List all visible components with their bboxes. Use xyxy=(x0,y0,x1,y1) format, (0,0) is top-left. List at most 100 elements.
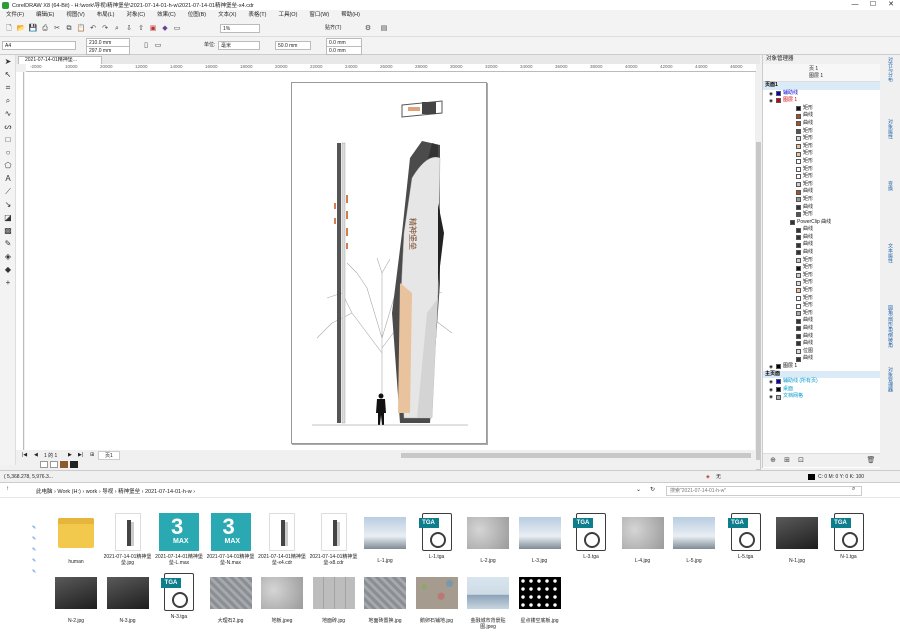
object-tree-item[interactable]: 曲线 xyxy=(763,120,880,128)
nudge-distance-input[interactable]: 50.0 mm xyxy=(275,41,311,50)
options-gear-icon[interactable]: ⚙ xyxy=(363,24,373,34)
file-item[interactable]: TGA N-1.tga xyxy=(825,513,873,560)
file-item[interactable]: L-4.jpg xyxy=(619,513,667,564)
file-item[interactable]: 2021-07-14-01精神堡垒-x8.cdr xyxy=(310,513,358,566)
cut-icon[interactable]: ✂ xyxy=(52,24,62,34)
object-tree-item[interactable]: 主页面 xyxy=(763,370,880,379)
object-tree-item[interactable]: 矩形 xyxy=(763,310,880,318)
object-tree-item[interactable]: 矩形 xyxy=(763,143,880,151)
object-tree-item[interactable]: 位图 xyxy=(763,348,880,356)
landscape-icon[interactable]: ▭ xyxy=(153,41,163,51)
page-height-input[interactable]: 297.0 mm xyxy=(86,46,130,55)
object-tree-item[interactable]: 矩形 xyxy=(763,196,880,204)
prev-page-icon[interactable]: ◀ xyxy=(34,452,38,458)
menu-item[interactable]: 文本(X) xyxy=(212,10,242,20)
crop-tool-icon[interactable]: ⌗ xyxy=(2,82,14,94)
object-tree-item[interactable]: 矩形 xyxy=(763,295,880,303)
menu-item[interactable]: 表格(T) xyxy=(242,10,272,20)
zoom-tool-icon[interactable]: ⌕ xyxy=(2,95,14,107)
object-tree-item[interactable]: ◉ 图层 1 xyxy=(763,363,880,371)
search-input[interactable]: 搜索"2021-07-14-01-h-w" xyxy=(666,486,862,496)
docker-tab[interactable]: 文本属性 xyxy=(886,243,894,303)
ellipse-tool-icon[interactable]: ○ xyxy=(2,147,14,159)
redo-icon[interactable]: ↷ xyxy=(100,24,110,34)
open-icon[interactable]: 📂 xyxy=(16,24,26,34)
palette-swatch-brown[interactable] xyxy=(60,461,68,468)
object-tree-item[interactable]: 矩形 xyxy=(763,166,880,174)
object-tree-item[interactable]: 矩形 xyxy=(763,181,880,189)
object-tree-item[interactable]: 矩形 xyxy=(763,128,880,136)
file-item[interactable]: L-1.jpg xyxy=(361,513,409,564)
page-tab[interactable]: 页1 xyxy=(98,451,120,460)
new-layer-icon[interactable]: ⊕ xyxy=(768,456,778,466)
print-icon[interactable]: ⎙ xyxy=(40,24,50,34)
object-tree-item[interactable]: 曲线 xyxy=(763,325,880,333)
object-tree-item[interactable]: 曲线 xyxy=(763,340,880,348)
visibility-icon[interactable]: ◉ xyxy=(769,363,773,371)
palette-swatch-white[interactable] xyxy=(50,461,58,468)
file-item[interactable]: human xyxy=(52,513,100,565)
visibility-icon[interactable]: ◉ xyxy=(769,97,773,105)
paste-icon[interactable]: 📋 xyxy=(76,24,86,34)
menu-item[interactable]: 窗口(W) xyxy=(303,10,335,20)
object-tree-item[interactable]: ◉ 文档网格 xyxy=(763,393,880,401)
object-tree-item[interactable]: 曲线 xyxy=(763,204,880,212)
add-page-icon[interactable]: ⊞ xyxy=(90,452,94,458)
docker-tab[interactable]: 对象管理器 xyxy=(886,367,894,427)
menu-item[interactable]: 布局(L) xyxy=(91,10,121,20)
file-item[interactable]: 地板.jpeg xyxy=(258,573,306,624)
launcher-icon[interactable]: ▤ xyxy=(379,24,389,34)
quick-access-pins[interactable]: ✎ ✎ ✎ ✎ ✎ xyxy=(32,523,36,578)
object-tree-item[interactable]: 矩形 xyxy=(763,150,880,158)
copy-icon[interactable]: ⧉ xyxy=(64,24,74,34)
object-tree-item[interactable]: 矩形 xyxy=(763,302,880,310)
menu-item[interactable]: 帮助(H) xyxy=(335,10,366,20)
file-item[interactable]: 地面砖置换.jpg xyxy=(361,573,409,624)
docker-tab[interactable]: 对象属性 xyxy=(886,119,894,179)
connector-tool-icon[interactable]: ↘ xyxy=(2,199,14,211)
object-tree-item[interactable]: ◉ 辅助线 xyxy=(763,90,880,98)
duplicate-y-input[interactable]: 0.0 mm xyxy=(326,46,362,55)
horizontal-scrollbar[interactable] xyxy=(401,453,751,458)
file-item[interactable]: 鹅卵石铺地.jpg xyxy=(413,573,461,624)
object-tree-item[interactable]: 矩形 xyxy=(763,211,880,219)
file-item[interactable]: TGA L-1.tga xyxy=(413,513,461,560)
file-item[interactable]: L-3.jpg xyxy=(516,513,564,564)
portrait-icon[interactable]: ▯ xyxy=(141,41,151,51)
units-select[interactable]: 毫米 xyxy=(218,41,260,50)
new-document-icon[interactable]: 🗋 xyxy=(4,24,14,34)
object-tree-item[interactable]: 曲线 xyxy=(763,112,880,120)
artistic-media-icon[interactable]: ᔕ xyxy=(2,121,14,133)
app-launcher-icon[interactable]: ◆ xyxy=(160,24,170,34)
object-tree-item[interactable]: 曲线 xyxy=(763,188,880,196)
object-tree-item[interactable]: 矩形 xyxy=(763,135,880,143)
object-tree-item[interactable]: 曲线 xyxy=(763,355,880,363)
canvas-vertical-scrollbar[interactable] xyxy=(755,72,762,492)
undo-icon[interactable]: ↶ xyxy=(88,24,98,34)
menu-item[interactable]: 对象(C) xyxy=(120,10,151,20)
object-tree-item[interactable]: 曲线 xyxy=(763,234,880,242)
object-tree-item[interactable]: 曲线 xyxy=(763,226,880,234)
file-item[interactable]: N-2.jpg xyxy=(52,573,100,624)
close-icon[interactable]: ✕ xyxy=(882,0,900,10)
object-tree-item[interactable]: 曲线 xyxy=(763,241,880,249)
visibility-icon[interactable]: ◉ xyxy=(769,393,773,401)
zoom-level-input[interactable]: 1% xyxy=(220,24,260,33)
publish-pdf-icon[interactable]: ▣ xyxy=(148,24,158,34)
docker-tab[interactable]: 圆角/扇形角/倒棱角 xyxy=(886,305,894,365)
object-tree-item[interactable]: 矩形 xyxy=(763,257,880,265)
transparency-tool-icon[interactable]: ▩ xyxy=(2,225,14,237)
file-item[interactable]: TGA L-3.tga xyxy=(567,513,615,560)
full-screen-icon[interactable]: ▭ xyxy=(172,24,182,34)
object-tree-item[interactable]: 矩形 xyxy=(763,279,880,287)
add-tool-icon[interactable]: + xyxy=(2,277,14,289)
menu-item[interactable]: 视图(V) xyxy=(60,10,90,20)
object-tree-item[interactable]: 矩形 xyxy=(763,173,880,181)
menu-item[interactable]: 编辑(E) xyxy=(30,10,60,20)
refresh-icon[interactable]: ↻ xyxy=(650,486,655,493)
drop-shadow-icon[interactable]: ◪ xyxy=(2,212,14,224)
page-size-select[interactable]: A4 xyxy=(2,41,76,50)
save-icon[interactable]: 💾 xyxy=(28,24,38,34)
object-tree-item[interactable]: 曲线 xyxy=(763,249,880,257)
visibility-icon[interactable]: ◉ xyxy=(769,386,773,394)
